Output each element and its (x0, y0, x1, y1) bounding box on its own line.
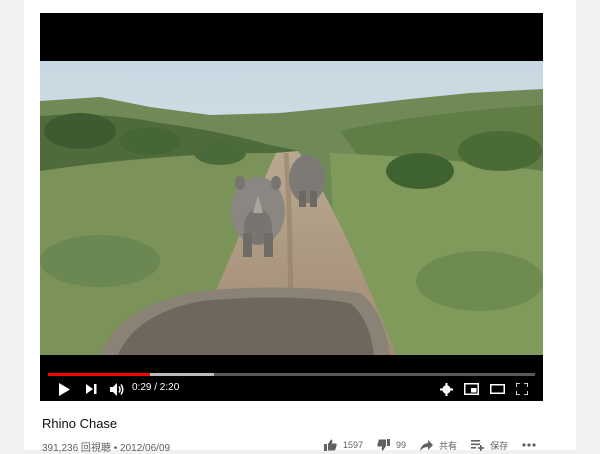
like-button[interactable]: 1597 (324, 439, 363, 451)
theater-icon (489, 384, 505, 394)
dislike-button[interactable]: 99 (377, 439, 406, 451)
progress-bar[interactable] (48, 373, 535, 376)
miniplayer-icon (463, 383, 479, 395)
video-frame[interactable] (40, 61, 543, 355)
next-button[interactable] (84, 381, 98, 397)
play-icon (59, 382, 70, 396)
save-icon (471, 439, 485, 451)
player-controls: 0:29 / 2:20 (40, 355, 543, 401)
miniplayer-button[interactable] (462, 381, 480, 397)
like-count: 1597 (343, 440, 364, 450)
theater-button[interactable] (488, 381, 506, 397)
video-player[interactable]: 0:29 / 2:20 (40, 13, 543, 401)
meta-separator: • (113, 443, 118, 454)
volume-icon (109, 382, 123, 396)
time-display: 0:29 / 2:20 (132, 382, 180, 393)
fullscreen-icon (516, 383, 528, 395)
settings-icon (439, 382, 453, 396)
next-icon (85, 384, 96, 394)
dislike-icon (377, 439, 391, 451)
share-icon (420, 439, 434, 451)
volume-button[interactable] (108, 381, 126, 397)
like-icon (324, 439, 337, 451)
more-icon (522, 443, 536, 447)
progress-played (48, 373, 151, 376)
more-actions-button[interactable] (522, 443, 542, 447)
watch-page: 0:29 / 2:20 Rhino Chase 391,236 回視聴 • 20… (24, 0, 576, 454)
fullscreen-button[interactable] (514, 381, 530, 397)
upload-date: 2012/06/09 (120, 443, 171, 454)
dislike-count: 99 (396, 440, 407, 450)
video-title: Rhino Chase (42, 416, 118, 431)
video-scene (40, 61, 543, 355)
settings-button[interactable] (438, 381, 454, 397)
play-button[interactable] (56, 381, 72, 397)
video-meta: 391,236 回視聴 • 2012/06/09 (42, 439, 170, 454)
view-count: 391,236 回視聴 (42, 443, 111, 454)
